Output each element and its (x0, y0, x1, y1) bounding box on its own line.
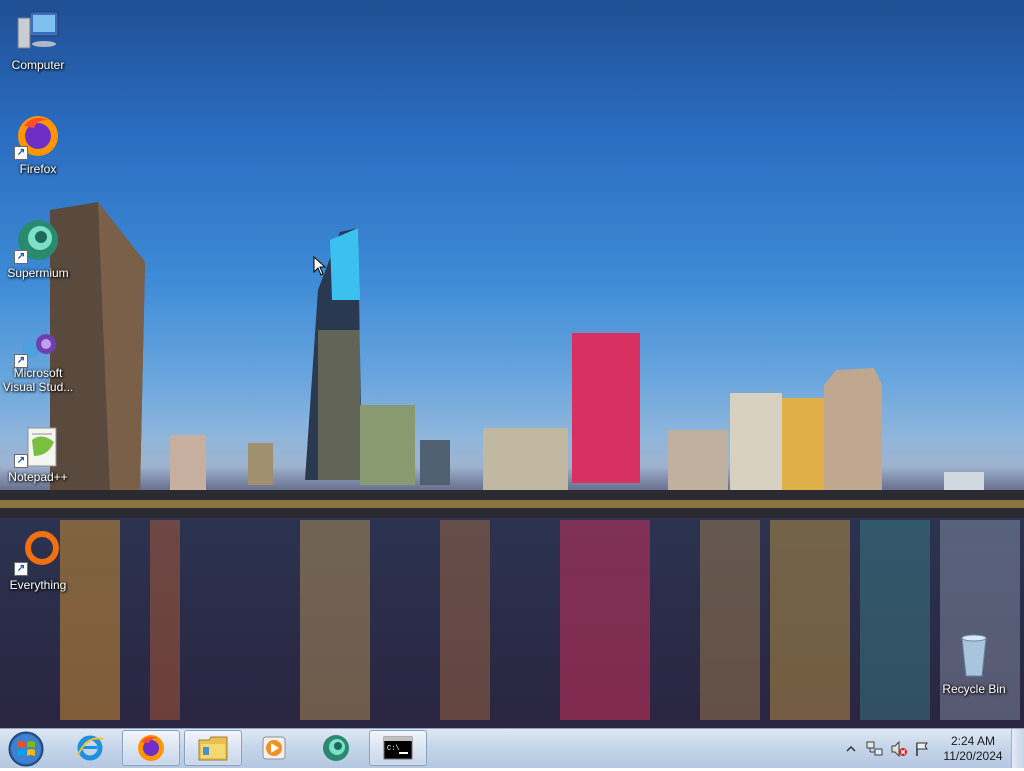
wallpaper-cityscape (0, 202, 1024, 728)
supermium-icon (323, 735, 349, 761)
computer-desktop-icon[interactable]: Computer (0, 8, 76, 72)
shortcut-arrow-icon: ↗ (14, 354, 28, 368)
clock-time: 2:24 AM (950, 734, 996, 748)
system-clock[interactable]: 2:24 AM 11/20/2024 (930, 734, 1016, 764)
recycle-bin-label: Recycle Bin (942, 682, 1006, 696)
everything-icon: ↗ (14, 528, 62, 576)
svg-text:C:\: C:\ (387, 745, 400, 753)
everything-label: Everything (9, 578, 67, 592)
clock-date: 11/20/2024 (943, 749, 1003, 763)
shortcut-arrow-icon: ↗ (14, 250, 28, 264)
shortcut-arrow-icon: ↗ (14, 562, 28, 576)
everything-desktop-icon[interactable]: ↗ Everything (0, 528, 76, 592)
computer-icon (14, 8, 62, 56)
start-button[interactable] (6, 730, 46, 768)
firefox-desktop-icon[interactable]: ↗ Firefox (0, 112, 76, 176)
firefox-label: Firefox (19, 162, 57, 176)
taskbar-internet-explorer[interactable] (61, 730, 119, 766)
visual-studio-desktop-icon[interactable]: ↗ Microsoft Visual Stud... (0, 330, 76, 394)
computer-label: Computer (11, 58, 65, 72)
firefox-icon (138, 735, 164, 761)
volume-muted-icon[interactable] (890, 740, 907, 758)
recycle-bin-desktop-icon[interactable]: Recycle Bin (936, 632, 1012, 696)
shortcut-arrow-icon: ↗ (14, 146, 28, 160)
supermium-desktop-icon[interactable]: ↗ Supermium (0, 216, 76, 280)
taskbar-file-explorer[interactable] (184, 730, 242, 766)
supermium-icon: ↗ (14, 216, 62, 264)
taskbar: C:\ 2:24 AM 11/20/2024 (0, 728, 1024, 768)
network-icon[interactable] (866, 741, 883, 757)
taskbar-command-prompt[interactable]: C:\ (369, 730, 427, 766)
mouse-cursor-icon (313, 256, 327, 276)
internet-explorer-icon (77, 735, 104, 761)
notepadpp-icon: ↗ (14, 426, 62, 474)
media-player-icon (262, 736, 286, 760)
show-desktop-button[interactable] (1011, 729, 1024, 768)
firefox-icon: ↗ (14, 112, 62, 160)
recycle-bin-icon (950, 632, 998, 680)
command-prompt-icon: C:\ (383, 736, 413, 760)
notepadpp-desktop-icon[interactable]: ↗ Notepad++ (0, 426, 76, 484)
supermium-label: Supermium (7, 266, 69, 280)
show-hidden-icons-chevron-icon[interactable] (845, 741, 861, 757)
shortcut-arrow-icon: ↗ (14, 454, 28, 468)
file-explorer-icon (198, 736, 228, 761)
action-center-flag-icon[interactable] (914, 741, 930, 757)
taskbar-supermium[interactable] (307, 730, 365, 766)
desktop[interactable]: Computer ↗ Firefox ↗ Supermium ↗ Microso… (0, 0, 1024, 728)
taskbar-media-player[interactable] (245, 730, 303, 766)
windows-start-orb-icon (8, 731, 44, 767)
visual-studio-icon: ↗ (14, 330, 62, 378)
taskbar-firefox[interactable] (122, 730, 180, 766)
